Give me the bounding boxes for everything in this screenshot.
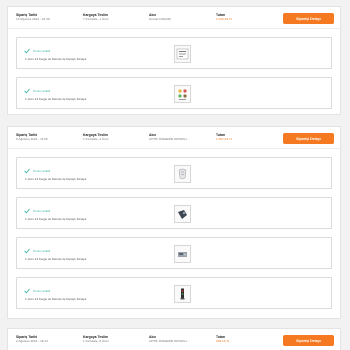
- item-status: Teslim Edildi: [33, 249, 51, 253]
- item-status: Teslim Edildi: [33, 49, 51, 53]
- product-thumbnail[interactable]: [174, 85, 191, 103]
- product-image: [178, 252, 187, 257]
- item-status: Teslim Edildi: [33, 289, 51, 293]
- order-header: Sipariş Tarihi 2 Ağustos 2024 - 19:13 Kar…: [8, 329, 340, 350]
- item-description: 1 ürün 13 Kargo ile Mende ile Detaylı De…: [25, 177, 87, 181]
- order-address: AHTİF ÖZDEMİR ORTAKLI...: [149, 339, 190, 344]
- product-image: [176, 48, 189, 60]
- order-address: Kemal CAN(28): [149, 17, 171, 22]
- order-header: Sipariş Tarihi 9 Ağustos 2024 - 11:56 Kar…: [8, 127, 340, 149]
- order-date: 2 Ağustos 2024 - 19:13: [16, 339, 48, 344]
- item-status: Teslim Edildi: [33, 89, 51, 93]
- item-description: 1 ürün 13 Kargo ile Mende ile Detaylı De…: [25, 257, 87, 261]
- product-thumbnail[interactable]: [174, 285, 191, 303]
- order-card: Sipariş Tarihi 9 Ağustos 2024 - 11:56 Kar…: [7, 126, 341, 319]
- order-card: Sipariş Tarihi 13 Ağustos 2024 - 16:39 Ka…: [7, 6, 341, 115]
- order-total: 1.049,99 TL: [216, 17, 233, 22]
- order-address: AHTİF ÖZDEMİR ORTAKLI...: [149, 137, 190, 142]
- order-item[interactable]: Teslim Edildi 1 ürün 13 Kargo ile Mende …: [16, 197, 332, 229]
- order-card: Sipariş Tarihi 2 Ağustos 2024 - 19:13 Kar…: [7, 328, 341, 350]
- order-item[interactable]: Teslim Edildi 1 ürün 13 Kargo ile Mende …: [16, 237, 332, 269]
- order-delivery: 7 Kırıkkale, 1 Ürün: [83, 17, 109, 22]
- order-item[interactable]: Teslim Edildi 1 ürün 13 Kargo ile Mende …: [16, 157, 332, 189]
- item-description: 1 ürün 13 Kargo ile Mende ile Detaylı De…: [25, 97, 87, 101]
- order-item[interactable]: Teslim Edildi 1 ürün 13 Kargo ile Mende …: [16, 37, 332, 69]
- item-description: 1 ürün 13 Kargo ile Mende ile Detaylı De…: [25, 297, 87, 301]
- product-thumbnail[interactable]: [174, 45, 191, 63]
- check-icon: [24, 248, 30, 254]
- product-thumbnail[interactable]: [174, 245, 191, 263]
- product-image: [178, 210, 187, 219]
- order-detail-button[interactable]: Siparişi Detayı: [283, 335, 334, 346]
- item-status: Teslim Edildi: [33, 169, 51, 173]
- product-image: [178, 168, 187, 180]
- check-icon: [24, 168, 30, 174]
- order-header: Sipariş Tarihi 13 Ağustos 2024 - 16:39 Ka…: [8, 7, 340, 29]
- check-icon: [24, 88, 30, 94]
- order-item[interactable]: Teslim Edildi 1 ürün 13 Kargo ile Mende …: [16, 77, 332, 109]
- item-description: 1 ürün 13 Kargo ile Mende ile Detaylı De…: [25, 217, 87, 221]
- order-detail-button[interactable]: Siparişi Detayı: [283, 13, 334, 24]
- item-description: 1 ürün 13 Kargo ile Mende ile Detaylı De…: [25, 57, 87, 61]
- order-detail-button[interactable]: Siparişi Detayı: [283, 133, 334, 144]
- order-item[interactable]: Teslim Edildi 1 ürün 13 Kargo ile Mende …: [16, 277, 332, 309]
- order-date: 9 Ağustos 2024 - 11:56: [16, 137, 48, 142]
- order-total: 936,16 TL: [216, 339, 230, 344]
- product-thumbnail[interactable]: [174, 165, 191, 183]
- order-delivery: 1 Kırıkkale, 8 Ürün: [83, 339, 109, 344]
- product-thumbnail[interactable]: [174, 205, 191, 223]
- order-delivery: 1 Kırıkkale, 4 Ürün: [83, 137, 109, 142]
- check-icon: [24, 288, 30, 294]
- order-date: 13 Ağustos 2024 - 16:39: [16, 17, 50, 22]
- order-total: 1.397,64 TL: [216, 137, 233, 142]
- product-image: [178, 89, 187, 100]
- check-icon: [24, 208, 30, 214]
- check-icon: [24, 48, 30, 54]
- product-image: [180, 288, 185, 300]
- item-status: Teslim Edildi: [33, 209, 51, 213]
